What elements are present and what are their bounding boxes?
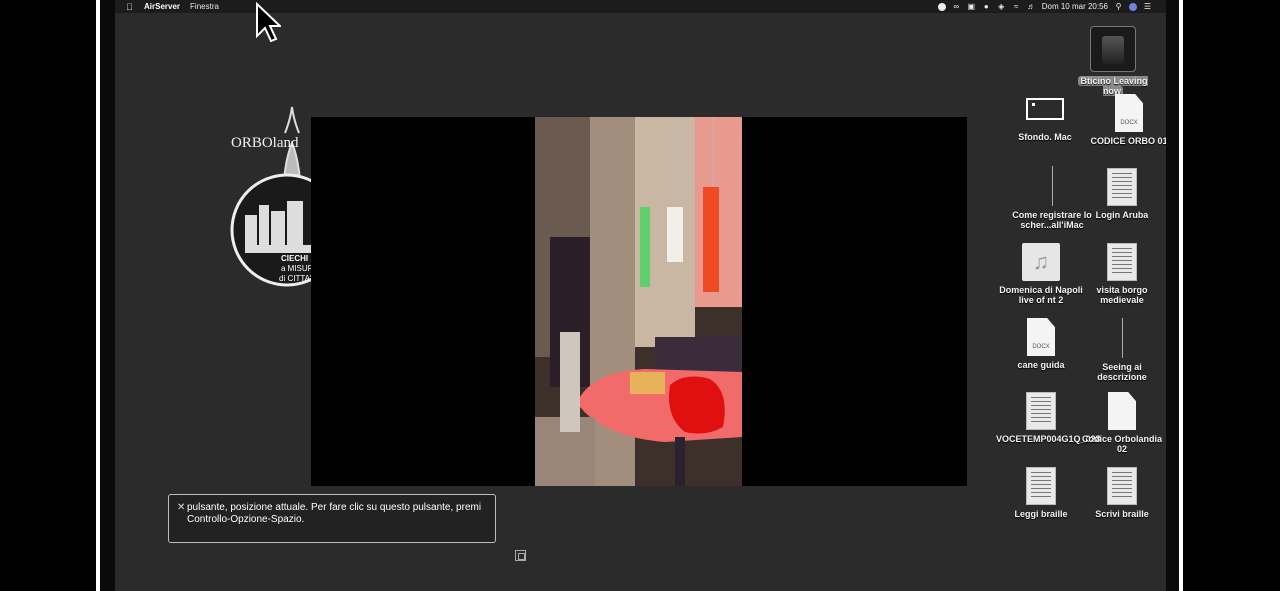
desktop-icon-codice-orbolandia-02[interactable]: Codice Orbolandia 02	[1077, 392, 1166, 454]
desktop-icon-cane-guida[interactable]: DOCX cane guida	[996, 318, 1086, 370]
menu-app-name[interactable]: AirServer	[144, 2, 180, 11]
device-bezel-left	[100, 0, 115, 591]
voiceover-caption-text: pulsante, posizione attuale. Per fare cl…	[187, 502, 482, 525]
window-thumbnail-icon	[1026, 98, 1064, 120]
orbolandia-logo: ORBOland CIECHI a MISURA di CITTA'	[230, 106, 315, 287]
device-frame-right	[1179, 0, 1183, 591]
desktop-icon-label: Scrivi braille	[1095, 509, 1149, 519]
desktop-icon-codice-orbo-01[interactable]: DOCX CODICE ORBO 01	[1084, 94, 1166, 146]
docx-file-icon: DOCX	[1115, 94, 1143, 132]
desktop-icon-label: Domenica di Napoli live of nt 2	[999, 285, 1083, 305]
desktop-icon-scrivi-braille[interactable]: Scrivi braille	[1077, 467, 1166, 519]
screen-mirroring-icon[interactable]: ▣	[967, 2, 976, 11]
voiceover-caption-panel: ✕ pulsante, posizione attuale. Per fare …	[168, 494, 496, 543]
desktop-icon-label: visita borgo medievale	[1096, 285, 1148, 305]
desktop-icon-label: cane guida	[1017, 360, 1065, 370]
logo-wordmark: ORBOland	[231, 135, 299, 151]
fullscreen-toggle-icon[interactable]	[515, 550, 526, 561]
microphone-icon[interactable]: ●	[982, 2, 991, 11]
video-file-icon	[1051, 166, 1053, 206]
logo-line-1: CIECHI	[281, 254, 308, 263]
desktop-icon-label: Codice Orbolandia 02	[1081, 434, 1162, 454]
desktop-icon-label: Login Aruba	[1095, 210, 1149, 220]
mac-desktop:  AirServer Finestra ∞ ▣ ● ◈ ≈ ♬ Dom 10 …	[115, 0, 1166, 591]
scan-file-icon	[1107, 243, 1137, 281]
scan-file-icon	[1026, 392, 1056, 430]
logo-line-3: di CITTA'	[279, 274, 312, 283]
desktop-icon-bticino[interactable]: Bticino Leaving now	[1068, 26, 1158, 96]
wifi-icon[interactable]: ≈	[1012, 2, 1021, 11]
scan-file-icon	[1107, 168, 1137, 206]
close-icon[interactable]: ✕	[177, 502, 185, 513]
scan-file-icon	[1107, 467, 1137, 505]
record-icon[interactable]	[937, 2, 946, 11]
siri-icon[interactable]	[1129, 2, 1137, 11]
spotlight-search-icon[interactable]: ⚲	[1114, 2, 1123, 11]
desktop-icon-sfondo-mac[interactable]: Sfondo. Mac	[1000, 90, 1090, 142]
desktop-icon-leggi-braille[interactable]: Leggi braille	[996, 467, 1086, 519]
logo-line-2: a MISURA	[281, 264, 315, 273]
kitchen-photo	[535, 117, 742, 486]
scan-file-icon	[1026, 467, 1056, 505]
status-area: ∞ ▣ ● ◈ ≈ ♬ Dom 10 mar 20:56 ⚲ ☰	[937, 0, 1152, 13]
desktop-icon-label: CODICE ORBO 01	[1090, 136, 1166, 146]
desktop-icon-visita-borgo[interactable]: visita borgo medievale	[1077, 243, 1166, 305]
volume-icon[interactable]: ♬	[1027, 2, 1036, 11]
apple-menu-icon[interactable]: 	[126, 2, 134, 12]
desktop-icon-domenica-di-napoli[interactable]: ♫ Domenica di Napoli live of nt 2	[996, 243, 1086, 305]
control-center-icon[interactable]: ☰	[1143, 2, 1152, 11]
vpn-icon[interactable]: ◈	[997, 2, 1006, 11]
desktop-icon-label: Seeing ai descrizione	[1097, 362, 1147, 382]
menu-clock[interactable]: Dom 10 mar 20:56	[1042, 2, 1108, 11]
desktop-icon-label: Leggi braille	[1014, 509, 1068, 519]
airserver-video-window[interactable]	[311, 117, 967, 486]
device-bezel-right	[1166, 0, 1179, 591]
video-file-icon	[1121, 318, 1123, 358]
mouse-pointer-icon	[256, 2, 281, 43]
desktop-icon-seeing-ai[interactable]: Seeing ai descrizione	[1077, 318, 1166, 382]
desktop-icon-login-aruba[interactable]: Login Aruba	[1077, 168, 1166, 220]
creative-cloud-icon[interactable]: ∞	[952, 2, 961, 11]
desktop-icon-label: Sfondo. Mac	[1018, 132, 1072, 142]
device-thumbnail-icon	[1090, 26, 1136, 72]
menu-item-finestra[interactable]: Finestra	[190, 2, 219, 11]
document-file-icon	[1108, 392, 1136, 430]
music-file-icon: ♫	[1022, 243, 1060, 281]
desktop-icon-vocetemp[interactable]: VOCETEMP004G1Q_028	[996, 392, 1101, 444]
docx-file-icon: DOCX	[1027, 318, 1055, 356]
